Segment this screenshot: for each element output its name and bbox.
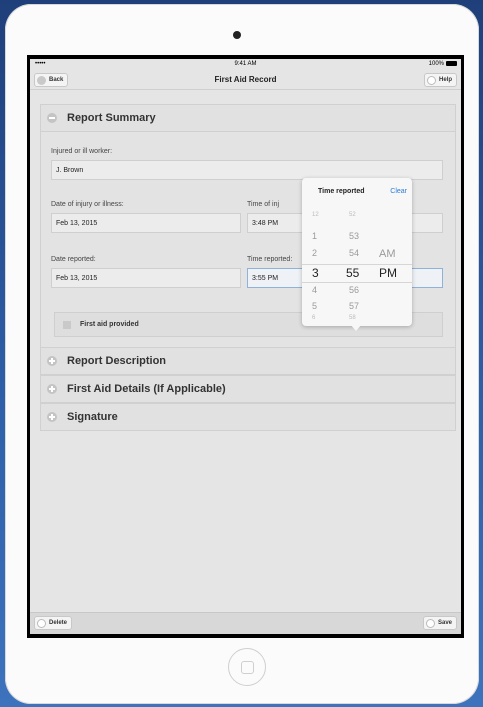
delete-button[interactable]: Delete [34, 616, 73, 630]
save-button[interactable]: Save [422, 616, 457, 630]
section-report-summary[interactable]: Report Summary [40, 104, 456, 132]
home-button[interactable] [228, 648, 266, 686]
clear-button[interactable]: Clear [390, 188, 407, 195]
save-icon [425, 618, 435, 628]
help-button[interactable]: Help [423, 73, 457, 87]
minute-option[interactable]: 53 [349, 231, 359, 241]
injured-field[interactable]: J. Brown [51, 160, 443, 180]
ipad-frame: ••••• 9:41 AM 100% Back First Aid Record… [5, 4, 479, 704]
time-reported-label: Time reported: [247, 256, 293, 263]
minute-option[interactable]: 52 [349, 212, 356, 218]
expand-icon [47, 356, 57, 366]
picker-title: Time reported [318, 188, 365, 195]
bottom-toolbar: Delete Save [30, 612, 461, 634]
section-report-description[interactable]: Report Description [40, 347, 456, 375]
battery-icon [446, 61, 457, 66]
page-title: First Aid Record [214, 75, 277, 84]
hour-option[interactable]: 5 [312, 301, 317, 311]
status-bar: ••••• 9:41 AM 100% [30, 59, 461, 70]
app: ••••• 9:41 AM 100% Back First Aid Record… [30, 59, 461, 634]
camera-dot [233, 31, 241, 39]
time-picker-popover: Time reported Clear 12 1 2 3 4 5 6 52 53… [302, 178, 412, 331]
ampm-selected[interactable]: PM [379, 266, 397, 280]
expand-icon [47, 412, 57, 422]
minute-selected[interactable]: 55 [346, 266, 359, 280]
ampm-option[interactable]: AM [379, 248, 396, 260]
time-injury-label: Time of inj [247, 201, 280, 208]
date-injury-field[interactable]: Feb 13, 2015 [51, 213, 241, 233]
date-reported-field[interactable]: Feb 13, 2015 [51, 268, 241, 288]
date-reported-label: Date reported: [51, 256, 96, 263]
section-first-aid-details[interactable]: First Aid Details (If Applicable) [40, 375, 456, 403]
checkbox[interactable] [63, 320, 71, 329]
screen: ••••• 9:41 AM 100% Back First Aid Record… [27, 55, 464, 638]
hour-option[interactable]: 2 [312, 248, 317, 258]
collapse-icon [47, 113, 57, 123]
minute-option[interactable]: 56 [349, 285, 359, 295]
hour-option[interactable]: 4 [312, 285, 317, 295]
help-icon [426, 75, 436, 85]
section-signature[interactable]: Signature [40, 403, 456, 431]
popover-arrow [350, 324, 362, 331]
minute-option[interactable]: 54 [349, 248, 359, 258]
status-time: 9:41 AM [234, 61, 257, 67]
form-content: Report Summary Injured or ill worker: J.… [40, 104, 456, 431]
date-injury-label: Date of injury or illness: [51, 201, 124, 208]
minute-option[interactable]: 58 [349, 315, 356, 321]
hour-option[interactable]: 6 [312, 315, 315, 321]
minute-option[interactable]: 57 [349, 301, 359, 311]
delete-icon [37, 618, 46, 628]
hour-option[interactable]: 1 [312, 231, 317, 241]
battery-indicator: 100% [429, 61, 457, 67]
injured-label: Injured or ill worker: [51, 148, 113, 155]
expand-icon [47, 384, 57, 394]
hour-option[interactable]: 12 [312, 212, 319, 218]
nav-bar: Back First Aid Record Help [30, 70, 461, 90]
hour-selected[interactable]: 3 [312, 266, 319, 280]
